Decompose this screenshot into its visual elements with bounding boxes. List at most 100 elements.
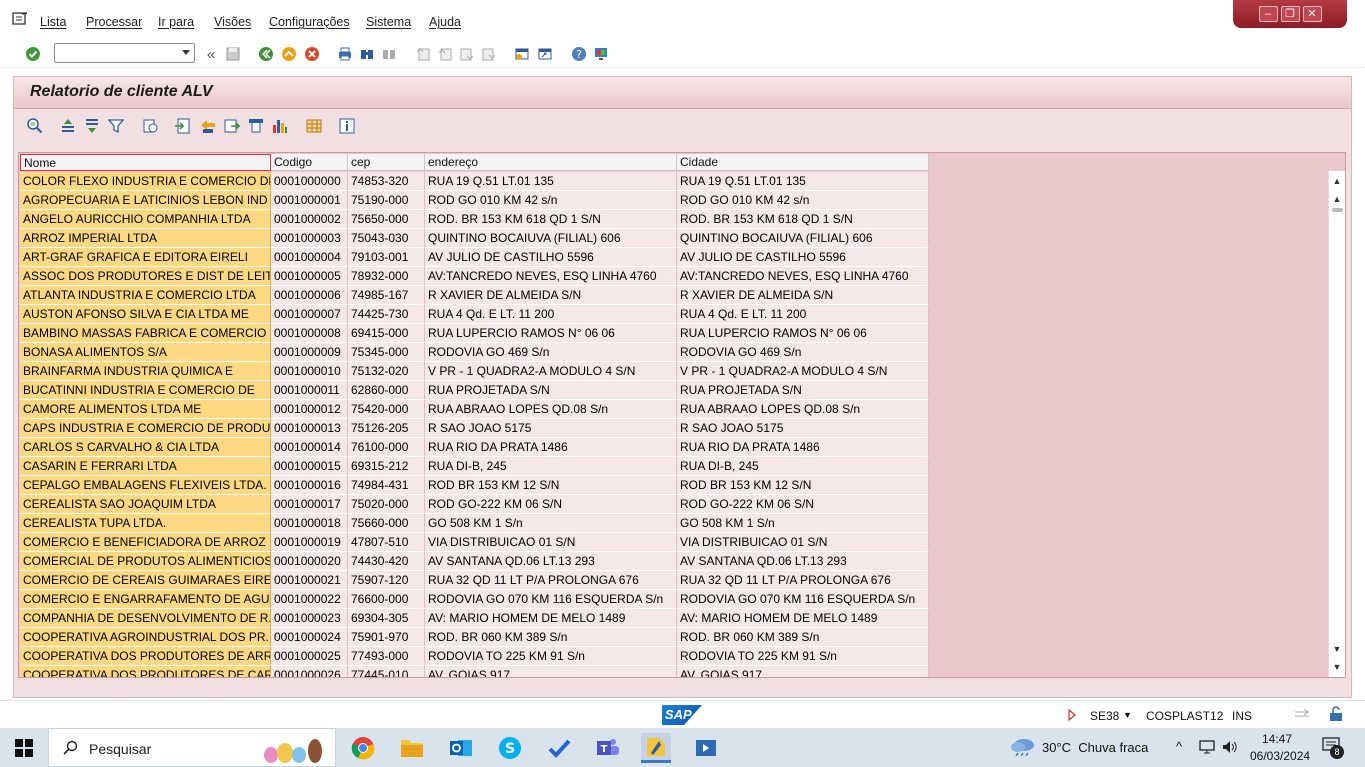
file-explorer-icon[interactable]	[397, 733, 427, 763]
column-header-cidade[interactable]: Cidade	[677, 154, 929, 171]
cell-nome[interactable]: ATLANTA INDUSTRIA E COMERCIO LTDA	[20, 286, 271, 305]
cell-endereco[interactable]: QUINTINO BOCAIUVA (FILIAL) 606	[425, 229, 677, 248]
cell-endereco[interactable]: GO 508 KM 1 S/n	[425, 514, 677, 533]
cell-cep[interactable]: 75043-030	[348, 229, 425, 248]
cell-nome[interactable]: ARROZ IMPERIAL LTDA	[20, 229, 271, 248]
cell-cep[interactable]: 75660-000	[348, 514, 425, 533]
cell-codigo[interactable]: 0001000020	[271, 552, 348, 571]
cell-nome[interactable]: CASARIN E FERRARI LTDA	[20, 457, 271, 476]
cell-cidade[interactable]: AV: MARIO HOMEM DE MELO 1489	[677, 609, 929, 628]
cell-codigo[interactable]: 0001000025	[271, 647, 348, 666]
cell-endereco[interactable]: ROD. BR 153 KM 618 QD 1 S/N	[425, 210, 677, 229]
cell-cidade[interactable]: RUA 4 Qd. E LT. 11 200	[677, 305, 929, 324]
scroll-page-down-icon[interactable]: ▼	[1329, 641, 1345, 657]
system-menu-icon[interactable]	[12, 12, 28, 26]
spreadsheet-icon[interactable]	[271, 117, 289, 135]
menu-ir-para[interactable]: Ir para	[158, 15, 194, 29]
cell-codigo[interactable]: 0001000001	[271, 191, 348, 210]
taskbar-search[interactable]: Pesquisar	[48, 728, 336, 767]
menu-ajuda[interactable]: Ajuda	[429, 15, 461, 29]
details-icon[interactable]	[26, 117, 44, 135]
cell-cep[interactable]: 47807-510	[348, 533, 425, 552]
cell-cidade[interactable]: R XAVIER DE ALMEIDA S/N	[677, 286, 929, 305]
cell-endereco[interactable]: RUA PROJETADA S/N	[425, 381, 677, 400]
create-session-icon[interactable]	[513, 45, 531, 63]
cell-endereco[interactable]: RUA ABRAAO LOPES QD.08 S/n	[425, 400, 677, 419]
status-expand-icon[interactable]	[1068, 709, 1076, 721]
cell-codigo[interactable]: 0001000008	[271, 324, 348, 343]
next-page-icon[interactable]	[458, 45, 476, 63]
scroll-up-icon[interactable]: ▲	[1329, 173, 1345, 189]
cell-endereco[interactable]: RUA 19 Q.51 LT.01 135	[425, 172, 677, 191]
restore-button[interactable]: ❐	[1280, 6, 1300, 22]
cell-cep[interactable]: 76600-000	[348, 590, 425, 609]
cell-cep[interactable]: 76100-000	[348, 438, 425, 457]
sort-ascending-icon[interactable]	[59, 117, 77, 135]
sap-gui-icon[interactable]	[691, 733, 721, 763]
close-button[interactable]: ✕	[1302, 6, 1322, 22]
cell-codigo[interactable]: 0001000013	[271, 419, 348, 438]
cell-nome[interactable]: ART-GRAF GRAFICA E EDITORA EIRELI	[20, 248, 271, 267]
cell-nome[interactable]: BONASA ALIMENTOS S/A	[20, 343, 271, 362]
export-icon[interactable]	[174, 117, 192, 135]
start-button[interactable]	[0, 728, 48, 767]
scroll-thumb[interactable]	[1332, 208, 1343, 212]
cell-endereco[interactable]: RUA 4 Qd. E LT. 11 200	[425, 305, 677, 324]
cell-nome[interactable]: COOPERATIVA DOS PRODUTORES DE CAR	[20, 666, 271, 677]
cell-codigo[interactable]: 0001000004	[271, 248, 348, 267]
cell-endereco[interactable]: R XAVIER DE ALMEIDA S/N	[425, 286, 677, 305]
save-icon[interactable]	[224, 45, 242, 63]
cell-cidade[interactable]: RUA 32 QD 11 LT P/A PROLONGA 676	[677, 571, 929, 590]
cell-cep[interactable]: 74853-320	[348, 172, 425, 191]
cell-endereco[interactable]: RODOVIA GO 070 KM 116 ESQUERDA S/n	[425, 590, 677, 609]
cell-cidade[interactable]: RUA PROJETADA S/N	[677, 381, 929, 400]
cell-endereco[interactable]: RUA DI-B, 245	[425, 457, 677, 476]
back-icon[interactable]	[257, 45, 275, 63]
cell-endereco[interactable]: R SAO JOAO 5175	[425, 419, 677, 438]
cell-codigo[interactable]: 0001000022	[271, 590, 348, 609]
vertical-scrollbar[interactable]: ▲ ▲ ▼ ▼	[1328, 171, 1345, 677]
cell-nome[interactable]: AUSTON AFONSO SILVA E CIA LTDA ME	[20, 305, 271, 324]
cell-endereco[interactable]: RODOVIA TO 225 KM 91 S/n	[425, 647, 677, 666]
cell-codigo[interactable]: 0001000010	[271, 362, 348, 381]
sort-descending-icon[interactable]	[83, 117, 101, 135]
cell-cidade[interactable]: RUA RIO DA PRATA 1486	[677, 438, 929, 457]
print-preview-icon[interactable]	[223, 117, 241, 135]
transaction-code[interactable]: SE38	[1090, 709, 1119, 723]
tray-chevron-up-icon[interactable]: ^	[1176, 739, 1182, 767]
cell-nome[interactable]: CAPS INDUSTRIA E COMERCIO DE PRODUT	[20, 419, 271, 438]
column-header-nome[interactable]: Nome	[20, 154, 271, 171]
cell-cidade[interactable]: RUA DI-B, 245	[677, 457, 929, 476]
cell-endereco[interactable]: RUA 32 QD 11 LT P/A PROLONGA 676	[425, 571, 677, 590]
scroll-page-up-icon[interactable]: ▲	[1329, 191, 1345, 207]
cell-endereco[interactable]: AV JULIO DE CASTILHO 5596	[425, 248, 677, 267]
cell-cidade[interactable]: RODOVIA TO 225 KM 91 S/n	[677, 647, 929, 666]
outlook-icon[interactable]	[446, 733, 476, 763]
cell-cidade[interactable]: ROD. BR 060 KM 389 S/n	[677, 628, 929, 647]
menu-sistema[interactable]: Sistema	[366, 15, 411, 29]
print-icon[interactable]	[336, 45, 354, 63]
cell-cidade[interactable]: RODOVIA GO 469 S/n	[677, 343, 929, 362]
cell-nome[interactable]: BAMBINO MASSAS FABRICA E COMERCIO D	[20, 324, 271, 343]
cell-nome[interactable]: ASSOC DOS PRODUTORES E DIST DE LEIT	[20, 267, 271, 286]
cell-endereco[interactable]: RUA RIO DA PRATA 1486	[425, 438, 677, 457]
cell-cep[interactable]: 69315-212	[348, 457, 425, 476]
network-icon[interactable]	[1199, 740, 1215, 754]
cell-cidade[interactable]: ROD GO 010 KM 42 s/n	[677, 191, 929, 210]
cell-cep[interactable]: 74425-730	[348, 305, 425, 324]
cell-cidade[interactable]: AV SANTANA QD.06 LT.13 293	[677, 552, 929, 571]
column-header-codigo[interactable]: Codigo	[271, 154, 348, 171]
cell-cidade[interactable]: R SAO JOAO 5175	[677, 419, 929, 438]
cell-cidade[interactable]: AV JULIO DE CASTILHO 5596	[677, 248, 929, 267]
shortcut-icon[interactable]	[536, 45, 554, 63]
cell-endereco[interactable]: V PR - 1 QUADRA2-A MODULO 4 S/N	[425, 362, 677, 381]
cell-nome[interactable]: COMERCIO E ENGARRAFAMENTO DE AGUA	[20, 590, 271, 609]
total-icon[interactable]	[141, 117, 159, 135]
transaction-dropdown-icon[interactable]: ▼	[1123, 710, 1132, 720]
cell-codigo[interactable]: 0001000011	[271, 381, 348, 400]
todo-icon[interactable]	[544, 733, 574, 763]
volume-icon[interactable]	[1222, 740, 1238, 754]
cell-codigo[interactable]: 0001000016	[271, 476, 348, 495]
scroll-down-icon[interactable]: ▼	[1329, 659, 1345, 675]
cell-cep[interactable]: 69304-305	[348, 609, 425, 628]
